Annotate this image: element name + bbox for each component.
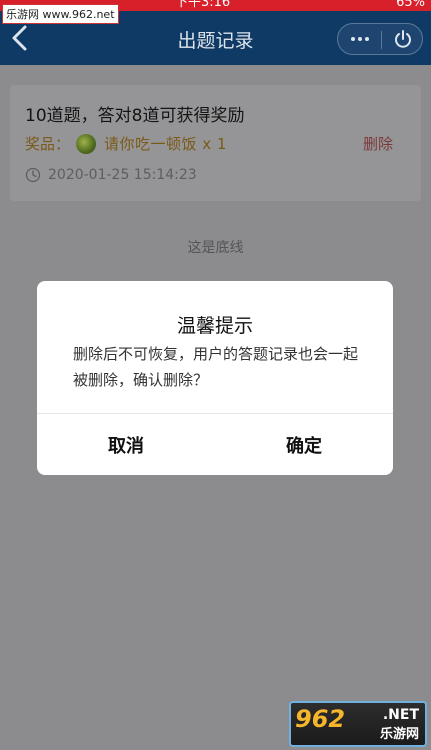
delete-button[interactable]: 删除 — [363, 133, 393, 154]
status-time: 下午3:16 — [175, 0, 231, 10]
watermark-number: 962 — [295, 705, 346, 733]
exit-button[interactable] — [382, 24, 424, 54]
record-time-row: 2020-01-25 15:14:23 — [25, 167, 197, 183]
end-of-list-text: 这是底线 — [187, 240, 244, 256]
prize-row: 奖品： 请你吃一顿饭 x 1 — [25, 133, 227, 154]
status-battery: 65% — [396, 0, 425, 10]
dialog-title: 温馨提示 — [176, 315, 253, 337]
cancel-button[interactable]: 取消 — [37, 414, 215, 475]
watermark-top: 乐游网 www.962.net — [2, 4, 119, 24]
watermark-name: 乐游网 — [379, 727, 419, 742]
prize-food-icon — [76, 133, 97, 154]
clock-icon — [25, 167, 41, 183]
watermark-logo: 962 .NET 乐游网 — [289, 701, 427, 747]
dialog-message: 删除后不可恢复，用户的答题记录也会一起被删除，确认删除？ — [73, 345, 359, 389]
record-title: 10道题，答对8道可获得奖励 — [25, 106, 245, 126]
more-button[interactable] — [338, 24, 381, 54]
confirm-button[interactable]: 确定 — [215, 414, 393, 475]
prize-name: 请你吃一顿饭 x 1 — [104, 135, 227, 153]
more-dot-icon — [350, 37, 355, 41]
prize-label: 奖品： — [25, 135, 71, 153]
watermark-domain: .NET — [382, 707, 419, 723]
more-dot-icon — [357, 37, 362, 41]
record-card[interactable]: 10道题，答对8道可获得奖励 奖品： 请你吃一顿饭 x 1 删除 2020-01… — [10, 85, 421, 201]
record-timestamp: 2020-01-25 15:14:23 — [48, 167, 197, 183]
miniprogram-capsule — [337, 23, 423, 55]
confirm-dialog: 温馨提示 删除后不可恢复，用户的答题记录也会一起被删除，确认删除？ 取消 确定 — [37, 281, 393, 475]
power-icon — [395, 30, 411, 48]
more-dot-icon — [364, 37, 369, 41]
